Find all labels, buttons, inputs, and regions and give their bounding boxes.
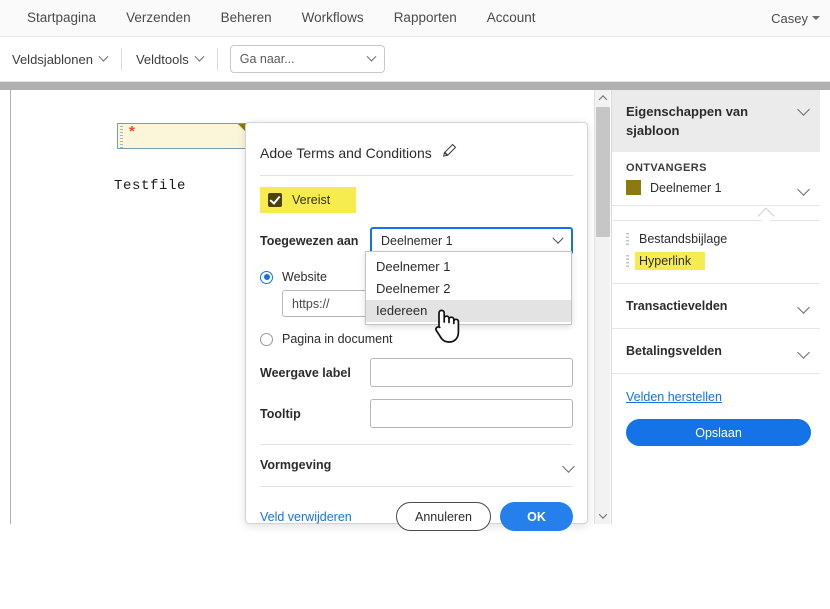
- top-nav-items: Startpagina Verzenden Beheren Workflows …: [0, 0, 551, 36]
- goto-select[interactable]: Ga naar...: [229, 45, 385, 73]
- display-label-row: Weergave label: [260, 358, 573, 387]
- top-navigation: Startpagina Verzenden Beheren Workflows …: [0, 0, 830, 37]
- user-menu[interactable]: Casey: [771, 0, 820, 36]
- recipient-row-deelnemer-1[interactable]: Deelnemer 1: [626, 180, 810, 196]
- template-properties-panel: Eigenschappen van sjabloon ONTVANGERS De…: [611, 90, 820, 524]
- toolbar-divider: [216, 48, 218, 70]
- goto-select-value: Ga naar...: [239, 52, 295, 66]
- chevron-down-icon: [797, 301, 810, 314]
- recipient-color-swatch: [626, 180, 641, 195]
- recipients-section: ONTVANGERS Deelnemer 1: [612, 152, 820, 206]
- dialog-title: Adoe Terms and Conditions: [260, 145, 432, 161]
- section-betalingsvelden[interactable]: Betalingsvelden: [612, 329, 820, 374]
- website-radio[interactable]: [260, 270, 273, 284]
- display-label-label: Weergave label: [260, 365, 351, 380]
- viewer-scrollbar[interactable]: [594, 90, 610, 524]
- nav-item-verzenden[interactable]: Verzenden: [111, 0, 206, 36]
- chevron-down-icon: [598, 510, 608, 519]
- chevron-down-icon: [797, 182, 810, 196]
- panel-notch: [612, 206, 820, 221]
- recipients-title: ONTVANGERS: [626, 162, 707, 174]
- chevron-up-icon: [598, 95, 608, 104]
- chevron-down-icon: [797, 346, 810, 359]
- recipient-left: Deelnemer 1: [626, 180, 722, 195]
- field-templates-menu[interactable]: Veldsjablonen: [0, 45, 119, 73]
- user-menu-label: Casey: [771, 10, 808, 26]
- document-body-text: Testfile: [114, 178, 187, 194]
- page-in-document-label: Pagina in document: [282, 332, 393, 346]
- field-drag-rail: [120, 126, 123, 148]
- reset-fields-link[interactable]: Velden herstellen: [626, 390, 722, 404]
- tooltip-input[interactable]: [370, 399, 573, 428]
- field-templates-label: Veldsjablonen: [12, 51, 93, 67]
- field-item-label: Bestandsbijlage: [639, 232, 728, 246]
- website-radio-label: Website: [282, 270, 327, 284]
- tooltip-label: Tooltip: [260, 406, 301, 421]
- chevron-down-icon: [797, 103, 810, 116]
- field-toolbar: Veldsjablonen Veldtools Ga naar...: [0, 37, 830, 82]
- section-label: Betalingsvelden: [626, 344, 722, 358]
- field-tools-menu[interactable]: Veldtools: [124, 45, 215, 73]
- panel-header-title: Eigenschappen van sjabloon: [626, 104, 749, 138]
- save-button[interactable]: Opslaan: [626, 419, 811, 446]
- scrollbar-thumb[interactable]: [596, 107, 610, 237]
- dialog-divider: [260, 486, 573, 487]
- panel-header[interactable]: Eigenschappen van sjabloon: [612, 90, 820, 152]
- appearance-label: Vormgeving: [260, 458, 332, 472]
- nav-item-beheren[interactable]: Beheren: [206, 0, 287, 36]
- dropdown-option-deelnemer-1[interactable]: Deelnemer 1: [366, 256, 571, 278]
- required-label: Vereist: [292, 193, 331, 207]
- section-transactievelden[interactable]: Transactievelden: [612, 284, 820, 329]
- chevron-down-icon: [812, 16, 820, 20]
- edit-pencil-icon[interactable]: [442, 143, 457, 163]
- section-label: Transactievelden: [626, 299, 728, 313]
- dialog-title-row: Adoe Terms and Conditions: [246, 123, 587, 163]
- field-item-label: Hyperlink: [635, 252, 706, 270]
- viewer-top-bar: [0, 82, 830, 90]
- required-checkbox-row[interactable]: Vereist: [260, 187, 357, 213]
- url-input-value: https://: [292, 296, 330, 311]
- chevron-down-icon: [552, 232, 564, 244]
- recipient-name: Deelnemer 1: [650, 180, 722, 195]
- ok-button[interactable]: OK: [500, 502, 573, 531]
- drag-handle-icon[interactable]: [626, 232, 629, 246]
- scroll-down-button[interactable]: [595, 508, 611, 524]
- appearance-section[interactable]: Vormgeving: [246, 458, 587, 473]
- document-field-hyperlink[interactable]: *: [117, 123, 255, 149]
- assigned-to-dropdown-list[interactable]: Deelnemer 1 Deelnemer 2 Iedereen: [365, 251, 572, 325]
- delete-field-link[interactable]: Veld verwijderen: [260, 510, 352, 524]
- field-list: Bestandsbijlage Hyperlink: [612, 221, 820, 284]
- dropdown-option-deelnemer-2[interactable]: Deelnemer 2: [366, 278, 571, 300]
- nav-item-startpagina[interactable]: Startpagina: [12, 0, 111, 36]
- nav-item-rapporten[interactable]: Rapporten: [379, 0, 472, 36]
- chevron-down-icon: [98, 51, 109, 62]
- page-in-document-radio[interactable]: [260, 332, 273, 346]
- nav-item-workflows[interactable]: Workflows: [287, 0, 379, 36]
- display-label-input[interactable]: [370, 358, 573, 387]
- dialog-divider: [260, 444, 573, 445]
- field-item-hyperlink[interactable]: Hyperlink: [612, 249, 820, 273]
- page-in-document-radio-row[interactable]: Pagina in document: [260, 332, 573, 346]
- assigned-to-label: Toegewezen aan: [260, 234, 359, 248]
- chevron-down-icon: [366, 51, 377, 62]
- scroll-up-button[interactable]: [595, 90, 611, 106]
- app-root: Startpagina Verzenden Beheren Workflows …: [0, 0, 830, 609]
- required-asterisk-icon: *: [129, 123, 135, 140]
- required-checkbox[interactable]: [268, 193, 282, 207]
- drag-handle-icon[interactable]: [626, 254, 629, 268]
- dialog-footer: Veld verwijderen Annuleren OK: [246, 502, 587, 531]
- dropdown-option-iedereen[interactable]: Iedereen: [366, 300, 571, 322]
- field-tools-label: Veldtools: [135, 51, 189, 67]
- cancel-button[interactable]: Annuleren: [396, 502, 491, 531]
- field-item-bestandsbijlage[interactable]: Bestandsbijlage: [612, 229, 820, 249]
- assigned-to-value: Deelnemer 1: [381, 234, 453, 248]
- nav-item-account[interactable]: Account: [472, 0, 551, 36]
- chevron-down-icon: [194, 51, 205, 62]
- tooltip-row: Tooltip: [260, 399, 573, 428]
- chevron-down-icon: [562, 460, 575, 473]
- toolbar-divider: [120, 48, 122, 70]
- panel-footer: Velden herstellen Opslaan: [612, 374, 820, 446]
